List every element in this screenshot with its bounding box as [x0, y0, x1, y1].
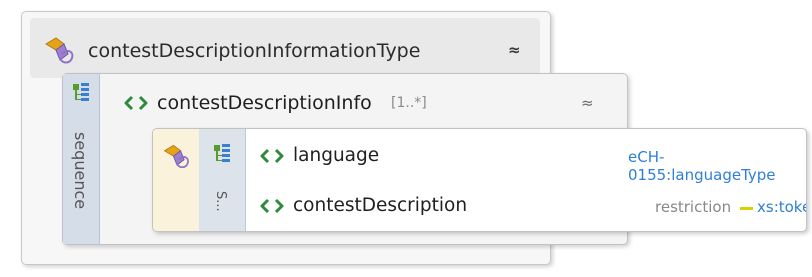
- child-row-contestDescription[interactable]: contestDescription restriction xs:token: [245, 181, 806, 231]
- complex-type-icon: [45, 37, 74, 64]
- complex-type-name: contestDescriptionInformationType: [88, 40, 421, 62]
- child-name: language: [293, 145, 380, 166]
- child-type-link[interactable]: eCH-0155:languageType: [628, 148, 806, 184]
- element-cardinality: [1..*]: [391, 95, 427, 111]
- restriction-label: restriction: [655, 198, 732, 216]
- collapse-chevron-icon[interactable]: ≈: [581, 94, 594, 112]
- collapse-chevron-icon[interactable]: ≈: [508, 41, 521, 59]
- anonymous-type-column[interactable]: [153, 129, 200, 231]
- element-name: contestDescriptionInfo: [157, 92, 372, 114]
- complex-type-icon: [163, 144, 189, 169]
- sequence-label: sequence: [71, 132, 90, 210]
- child-name: contestDescription: [293, 195, 468, 216]
- complex-type-header[interactable]: contestDescriptionInformationType ≈: [30, 18, 540, 78]
- inner-sequence-label: S...: [213, 191, 228, 212]
- inner-content-box: S... language eCH-0155:languageType cont…: [152, 128, 807, 232]
- restriction-dash-icon: [740, 207, 753, 210]
- base-type-link[interactable]: xs:token: [757, 198, 806, 216]
- element-icon: [124, 95, 148, 111]
- child-row-language[interactable]: language eCH-0155:languageType: [245, 129, 806, 184]
- sequence-compositor[interactable]: sequence: [63, 74, 100, 244]
- inner-sequence-compositor[interactable]: S...: [199, 129, 246, 231]
- element-icon: [260, 198, 284, 214]
- element-icon: [260, 148, 284, 164]
- sequence-icon: [73, 83, 89, 101]
- sequence-icon: [214, 144, 230, 162]
